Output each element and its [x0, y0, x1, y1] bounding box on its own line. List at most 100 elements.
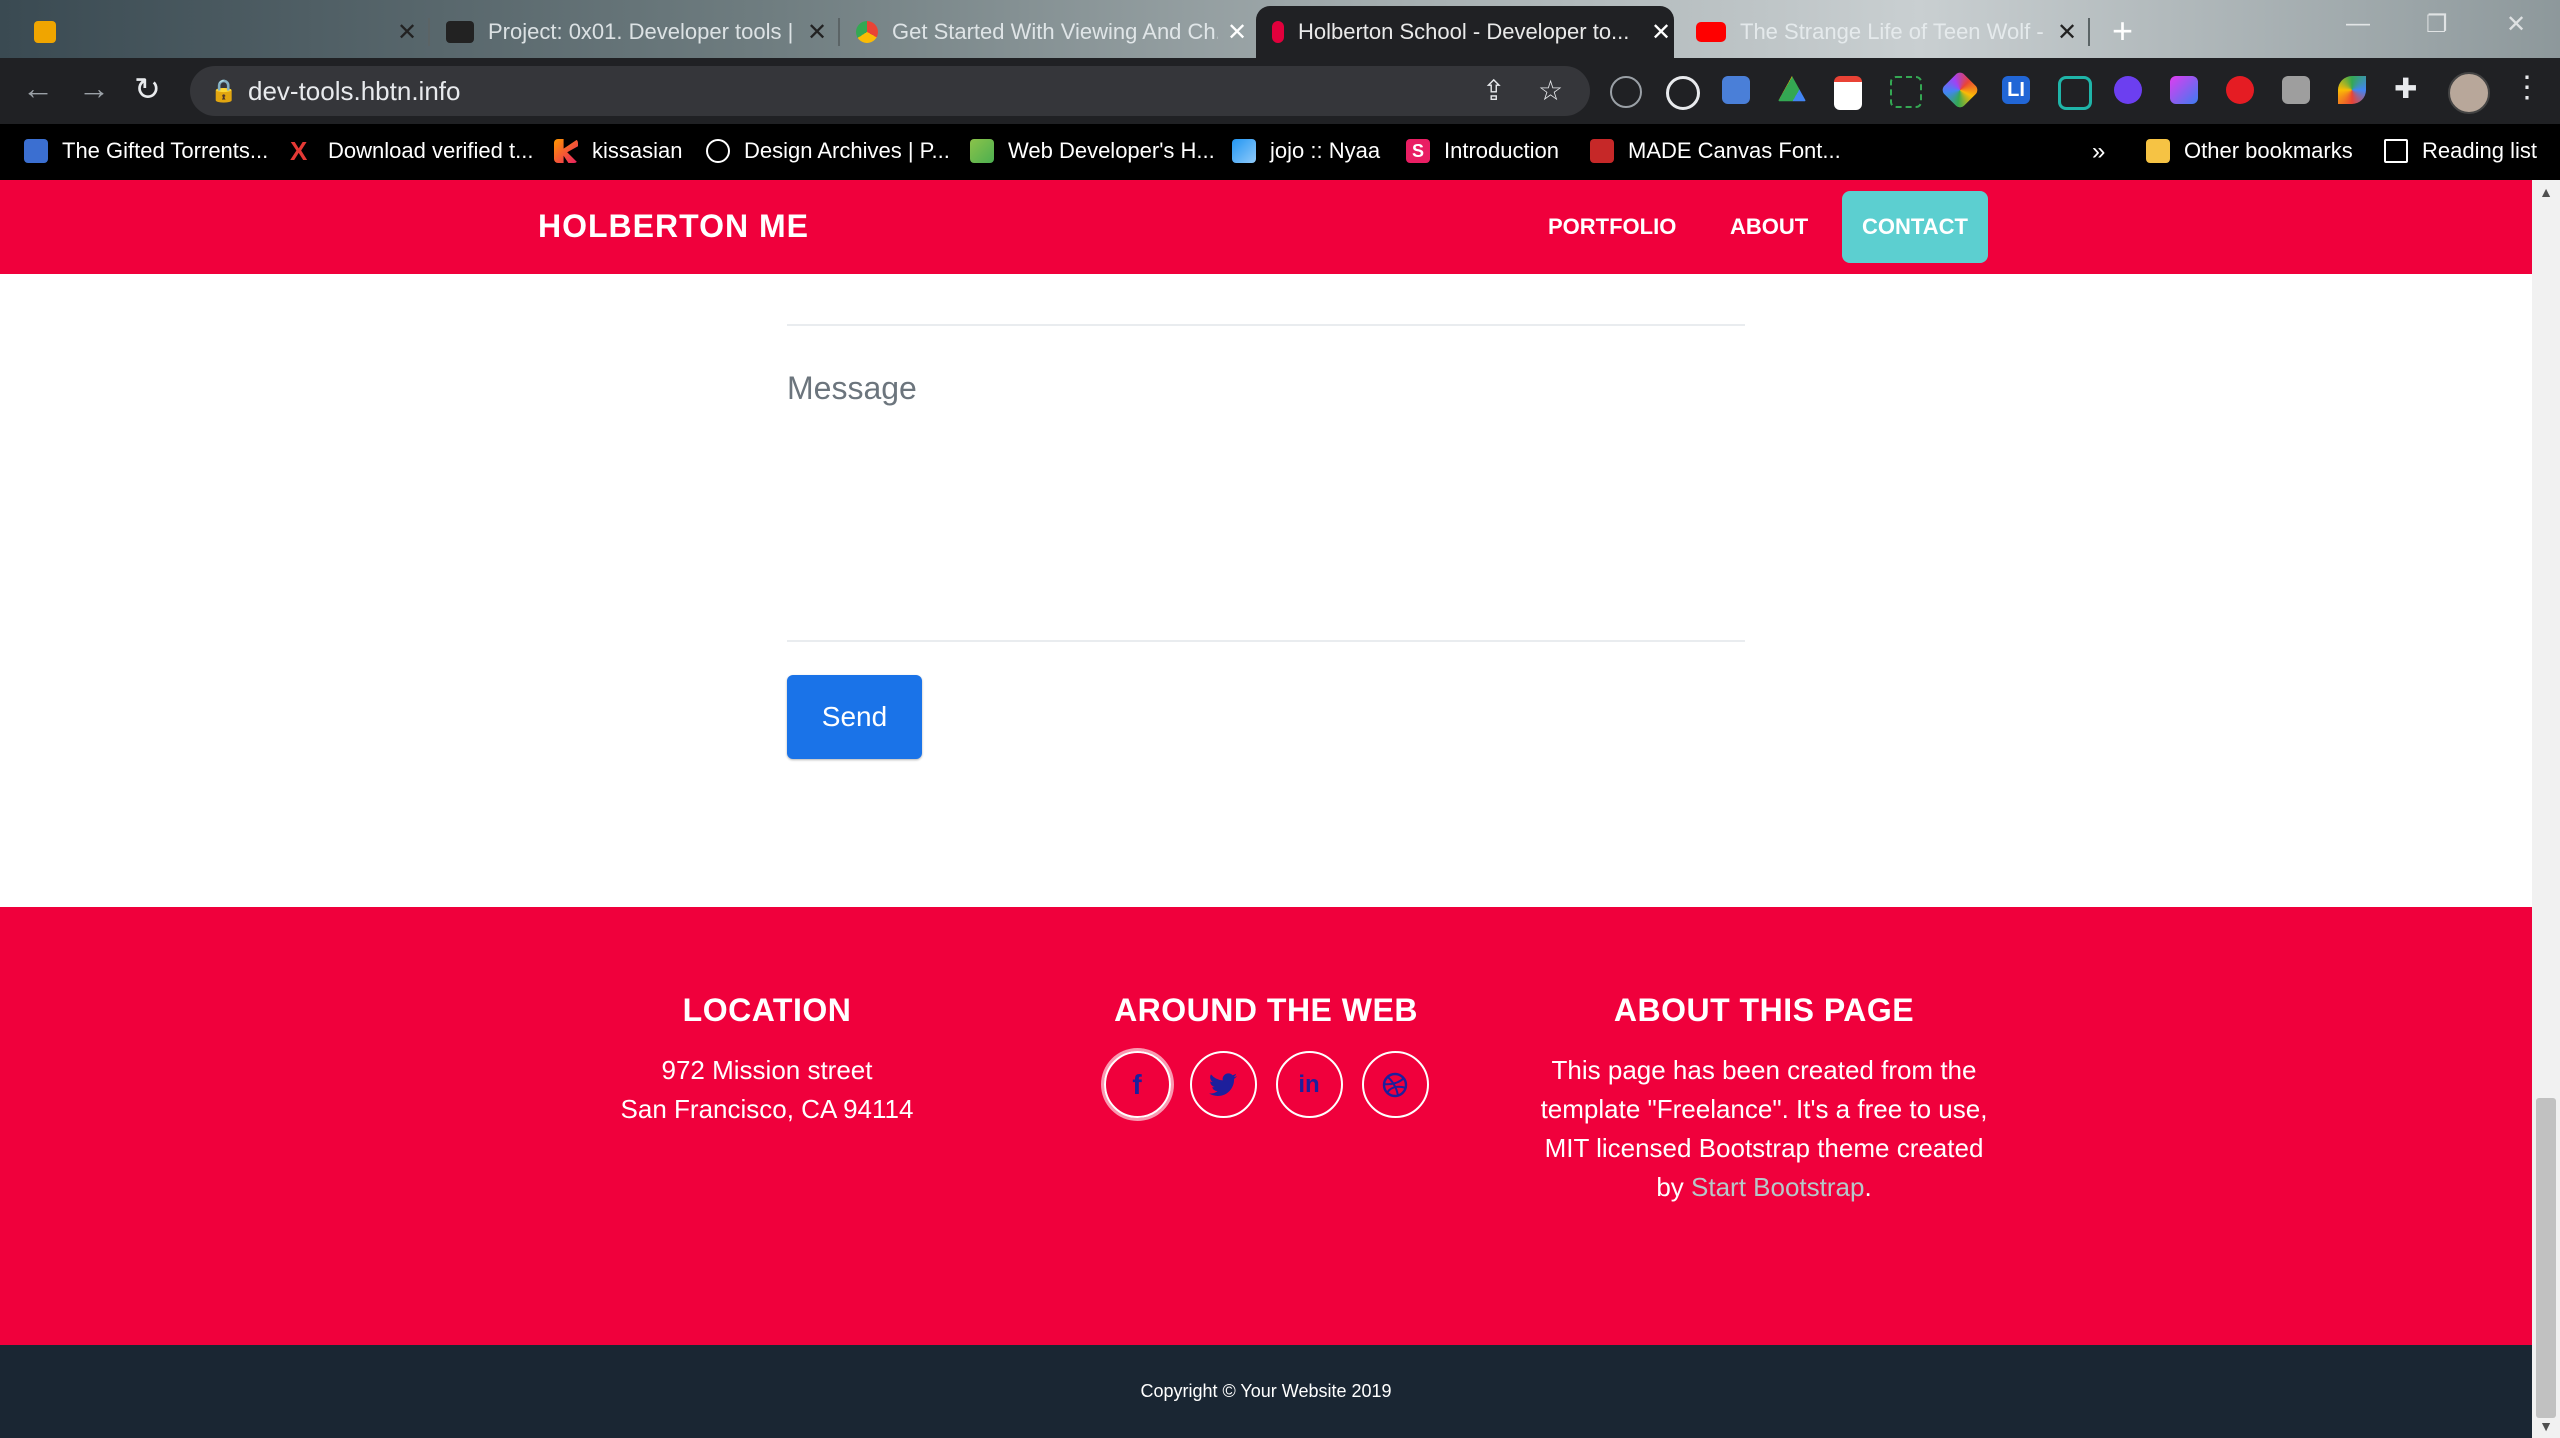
bookmarks-overflow-button[interactable]: »: [2092, 138, 2105, 166]
tab-1[interactable]: ✕: [0, 6, 420, 58]
browser-toolbar: ← → ↻ 🔒 dev-tools.hbtn.info ⇪ ☆ LI ✚ ⋮: [0, 58, 2560, 124]
twitter-icon[interactable]: [1189, 1051, 1257, 1118]
tab-5[interactable]: The Strange Life of Teen Wolf - Y... ✕: [1680, 6, 2080, 58]
copyright-bar: Copyright © Your Website 2019: [0, 1345, 2532, 1438]
bookmark-label: Design Archives | P...: [744, 138, 950, 163]
site-navbar: HOLBERTON ME PORTFOLIO ABOUT CONTACT: [0, 180, 2532, 274]
minimize-icon[interactable]: —: [2346, 10, 2370, 38]
about-text-block: This page has been created from the temp…: [1536, 1051, 1992, 1207]
tab-separator: [2088, 18, 2090, 46]
bookmark-item[interactable]: S Introduction: [1406, 138, 1559, 164]
bookmark-item[interactable]: Design Archives | P...: [706, 138, 950, 164]
nav-about[interactable]: ABOUT: [1730, 214, 1808, 240]
back-icon[interactable]: ←: [22, 70, 54, 107]
grey-extension-icon[interactable]: [2282, 76, 2310, 104]
extensions-puzzle-icon[interactable]: ✚: [2394, 75, 2422, 104]
other-bookmarks[interactable]: Other bookmarks: [2146, 138, 2353, 164]
footer-around-web: AROUND THE WEB f in: [1066, 992, 1466, 1118]
adblock-icon[interactable]: [2226, 76, 2254, 104]
bookmark-item[interactable]: kissasian: [554, 138, 682, 164]
send-button[interactable]: Send: [787, 675, 922, 759]
footer-about: ABOUT THIS PAGE This page has been creat…: [1536, 992, 1992, 1207]
bookmark-item[interactable]: MADE Canvas Font...: [1590, 138, 1841, 164]
react-devtools-icon[interactable]: [1610, 76, 1642, 108]
url-text[interactable]: dev-tools.hbtn.info: [248, 76, 460, 107]
page-viewport: HOLBERTON ME PORTFOLIO ABOUT CONTACT Mes…: [0, 180, 2532, 1438]
bookmarks-bar: The Gifted Torrents... X Download verifi…: [0, 124, 2560, 180]
social-links: f in: [1066, 1051, 1466, 1118]
browser-menu-icon[interactable]: ⋮: [2512, 70, 2542, 105]
nav-contact[interactable]: CONTACT: [1842, 191, 1988, 263]
alx-icon: [446, 21, 474, 43]
page-scrollbar[interactable]: ▲ ▼: [2532, 180, 2560, 1438]
start-bootstrap-link[interactable]: Start Bootstrap: [1691, 1172, 1864, 1202]
tab-2[interactable]: Project: 0x01. Developer tools | ... ✕: [430, 6, 830, 58]
target-extension-icon[interactable]: [1666, 76, 1700, 110]
gradient-extension-icon[interactable]: [2170, 76, 2198, 104]
linkedin-icon[interactable]: in: [1275, 1051, 1343, 1118]
tab-title: The Strange Life of Teen Wolf - Y...: [1740, 19, 2048, 44]
google-drive-icon[interactable]: [1778, 76, 1806, 102]
calendar-extension-icon[interactable]: [1834, 76, 1862, 110]
close-tab-icon[interactable]: ✕: [1648, 18, 1674, 47]
location-address: 972 Mission street San Francisco, CA 941…: [567, 1051, 967, 1129]
teal-extension-icon[interactable]: [2058, 76, 2092, 110]
address-line-2: San Francisco, CA 94114: [620, 1094, 914, 1124]
purple-extension-icon[interactable]: [2114, 76, 2142, 104]
about-heading: ABOUT THIS PAGE: [1613, 992, 1915, 1028]
folder-icon: [2146, 139, 2170, 163]
s-icon: S: [1406, 139, 1430, 163]
google-translate-icon[interactable]: [1722, 76, 1750, 104]
screen-capture-icon[interactable]: [1890, 76, 1922, 108]
bookmark-label: MADE Canvas Font...: [1628, 138, 1841, 163]
nyaa-icon: [1232, 139, 1256, 163]
reading-list-icon: [2384, 139, 2408, 163]
x-icon: X: [290, 136, 308, 166]
gifted-icon: [24, 139, 48, 163]
facebook-icon[interactable]: f: [1103, 1051, 1171, 1118]
bookmark-item[interactable]: The Gifted Torrents...: [24, 138, 268, 164]
nav-portfolio[interactable]: PORTFOLIO: [1548, 214, 1676, 240]
color-picker-icon[interactable]: [1940, 70, 1980, 110]
share-icon[interactable]: ⇪: [1482, 74, 1505, 107]
holberton-icon: [1272, 21, 1284, 43]
tab-4-active[interactable]: Holberton School - Developer to... ✕: [1256, 6, 1674, 58]
profile-avatar[interactable]: [2448, 72, 2490, 114]
bookmark-label: Introduction: [1444, 138, 1559, 163]
message-field-underline: [787, 640, 1745, 642]
bookmark-item[interactable]: Web Developer's H...: [970, 138, 1215, 164]
tab-title: Get Started With Viewing And Ch...: [892, 19, 1218, 44]
dribbble-icon[interactable]: [1361, 1051, 1429, 1118]
close-tab-icon[interactable]: ✕: [1224, 18, 1250, 47]
close-tab-icon[interactable]: ✕: [2054, 18, 2080, 47]
message-field[interactable]: Message: [787, 370, 917, 407]
around-web-heading: AROUND THE WEB: [1114, 992, 1418, 1028]
forward-icon[interactable]: →: [78, 70, 110, 107]
site-brand[interactable]: HOLBERTON ME: [538, 208, 809, 245]
bookmark-star-icon[interactable]: ☆: [1538, 74, 1563, 107]
bookmark-label: Web Developer's H...: [1008, 138, 1215, 163]
close-tab-icon[interactable]: ✕: [394, 18, 420, 47]
bookmark-label: The Gifted Torrents...: [62, 138, 269, 163]
address-bar[interactable]: 🔒 dev-tools.hbtn.info ⇪ ☆: [190, 66, 1590, 116]
scroll-up-arrow[interactable]: ▲: [2532, 184, 2560, 200]
maximize-icon[interactable]: ❐: [2426, 10, 2448, 39]
colorful-extension-icon[interactable]: [2338, 76, 2366, 104]
plex-icon: [34, 21, 56, 43]
bookmark-label: kissasian: [592, 138, 683, 163]
scroll-down-arrow[interactable]: ▼: [2532, 1418, 2560, 1434]
close-window-icon[interactable]: ✕: [2506, 10, 2526, 39]
globe-icon: [706, 139, 730, 163]
tab-3[interactable]: Get Started With Viewing And Ch... ✕: [840, 6, 1250, 58]
linkedin-insight-icon[interactable]: LI: [2002, 76, 2030, 104]
tab-title: Project: 0x01. Developer tools | ...: [488, 19, 798, 44]
lock-icon[interactable]: 🔒: [210, 78, 237, 104]
close-tab-icon[interactable]: ✕: [804, 18, 830, 47]
bookmark-item[interactable]: jojo :: Nyaa: [1232, 138, 1380, 164]
footer-location: LOCATION 972 Mission street San Francisc…: [567, 992, 967, 1129]
bookmark-item[interactable]: X Download verified t...: [290, 138, 533, 164]
reload-icon[interactable]: ↻: [134, 70, 161, 108]
scrollbar-thumb[interactable]: [2536, 1098, 2556, 1418]
reading-list[interactable]: Reading list: [2384, 138, 2537, 164]
new-tab-button[interactable]: +: [2112, 10, 2133, 52]
